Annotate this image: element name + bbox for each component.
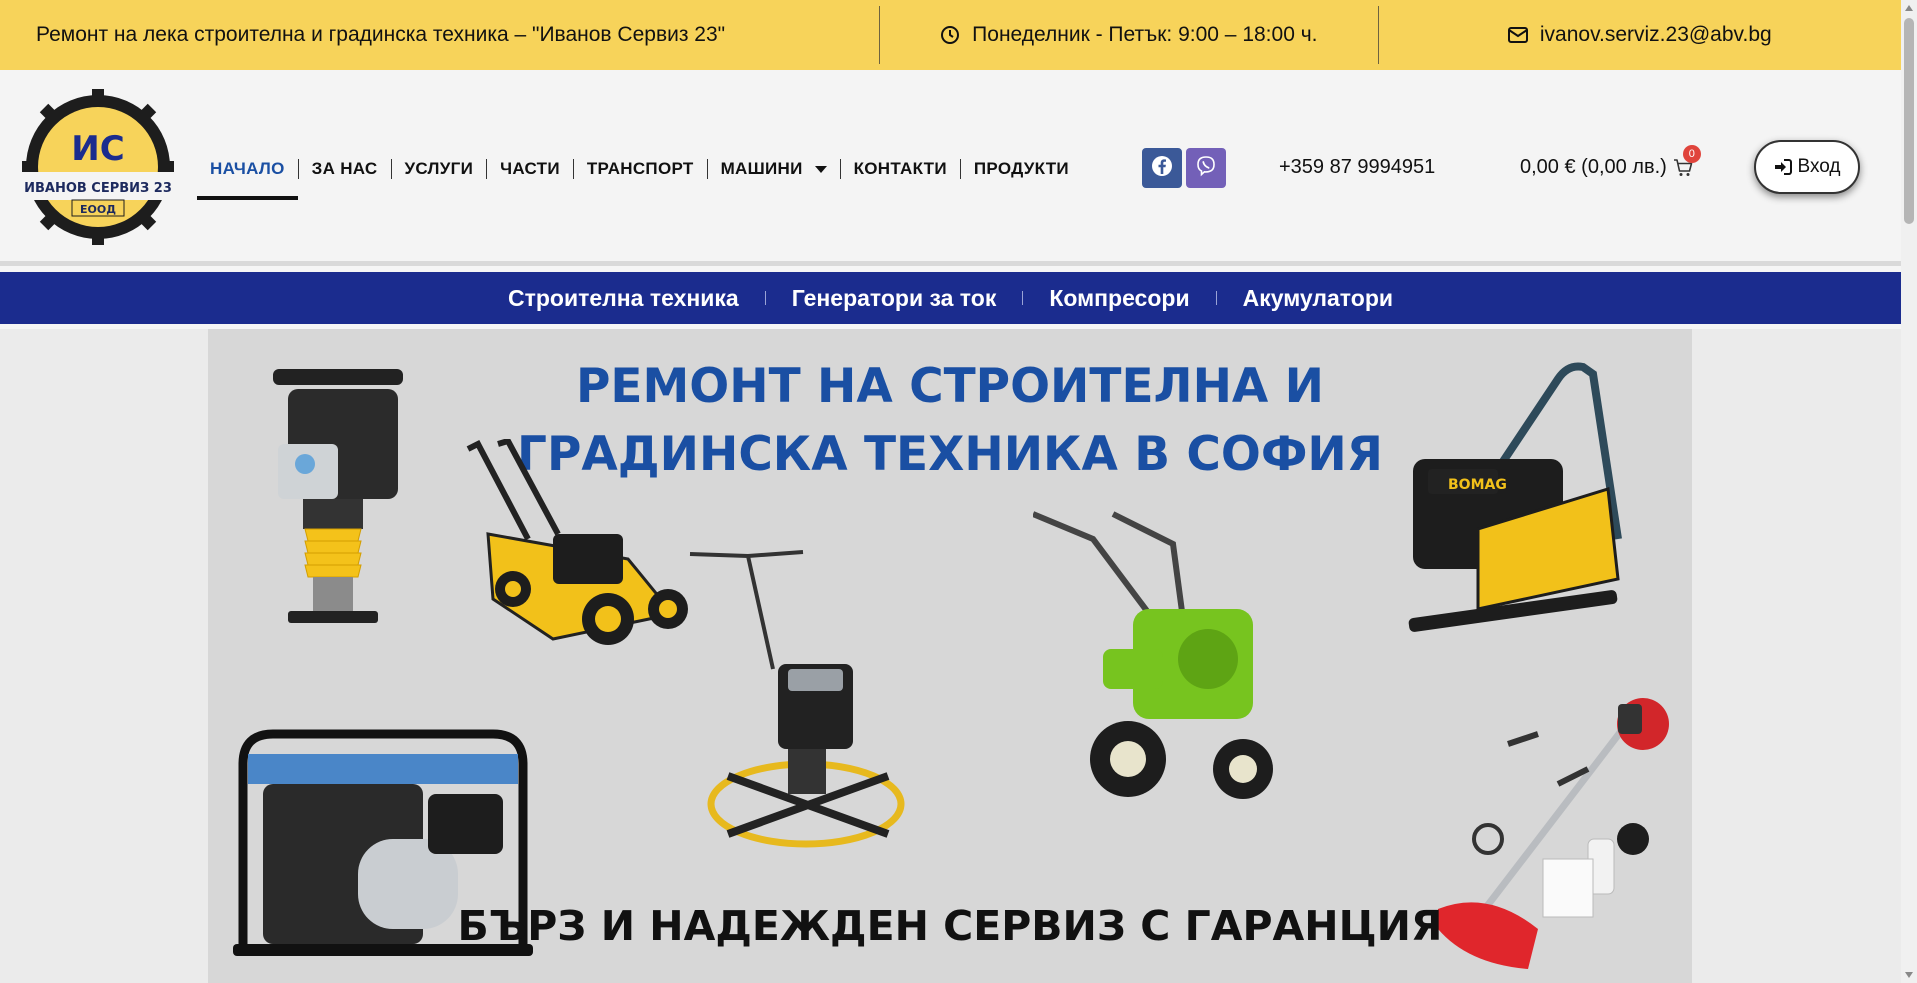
nav-item-transport[interactable]: ТРАНСПОРТ [574,148,707,190]
power-trowel-image [689,550,905,848]
sign-in-icon [1774,159,1792,175]
category-compressors[interactable]: Компресори [1023,285,1215,312]
lawn-mower-image [466,439,688,645]
site-logo[interactable]: ИС ИВАНОВ СЕРВИЗ 23 ЕООД [12,88,184,246]
main-navigation: НАЧАЛО ЗА НАС УСЛУГИ ЧАСТИ ТРАНСПОРТ МАШ… [197,148,1082,200]
email-link[interactable]: ivanov.serviz.23@abv.bg [1540,23,1772,47]
divider [1377,6,1379,64]
tagline: Ремонт на лека строителна и градинска те… [0,0,879,70]
category-generators[interactable]: Генератори за ток [766,285,1023,312]
facebook-button[interactable] [1142,148,1182,188]
phone-number[interactable]: +359 87 9994951 [1279,156,1435,179]
cart-total: 0,00 € (0,00 лв.) [1520,156,1667,178]
scroll-up-arrow-icon[interactable] [1905,5,1913,11]
viber-icon [1195,155,1217,182]
hero-banner: РЕМОНТ НА СТРОИТЕЛНА И ГРАДИНСКА ТЕХНИКА… [0,329,1901,983]
chevron-down-icon[interactable] [814,165,827,173]
category-construction[interactable]: Строителна техника [482,285,765,312]
working-hours: Понеделник - Петък: 9:00 – 18:00 ч. [880,0,1377,70]
cultivator-image [1033,511,1273,799]
nav-item-products[interactable]: ПРОДУКТИ [961,148,1082,190]
nav-item-about[interactable]: ЗА НАС [299,148,391,190]
nav-item-services[interactable]: УСЛУГИ [392,148,487,190]
category-batteries[interactable]: Акумулатори [1217,285,1419,312]
cart-count-badge: 0 [1682,144,1701,163]
category-bar: Строителна техника Генератори за ток Ком… [0,272,1901,324]
logo-initials: ИС [71,129,124,169]
tagline-text: Ремонт на лека строителна и градинска те… [36,23,726,46]
nav-item-parts[interactable]: ЧАСТИ [487,148,573,190]
nav-item-contacts[interactable]: КОНТАКТИ [841,148,960,190]
viber-button[interactable] [1186,148,1226,188]
shopping-cart-icon[interactable]: 0 [1673,144,1701,177]
vertical-scrollbar[interactable] [1901,0,1917,983]
envelope-icon [1507,27,1528,43]
tamping-rammer-image [273,369,403,623]
hero-subtitle: БЪРЗ И НАДЕЖДЕН СЕРВИЗ С ГАРАНЦИЯ [457,902,1443,950]
site-header: ИС ИВАНОВ СЕРВИЗ 23 ЕООД НАЧАЛО ЗА НАС У… [0,70,1901,266]
nav-item-home[interactable]: НАЧАЛО [197,148,298,200]
hours-text: Понеделник - Петък: 9:00 – 18:00 ч. [972,23,1318,46]
logo-suffix: ЕООД [80,203,116,216]
nav-item-machines-label: МАШИНИ [720,159,803,178]
login-label: Вход [1797,156,1841,177]
login-button[interactable]: Вход [1754,140,1860,194]
clock-icon [940,25,960,45]
hero-image[interactable]: РЕМОНТ НА СТРОИТЕЛНА И ГРАДИНСКА ТЕХНИКА… [208,329,1692,983]
logo-name: ИВАНОВ СЕРВИЗ 23 [24,181,172,196]
plate-compactor-image: BOMAG [1408,362,1622,632]
cart-summary[interactable]: 0,00 € (0,00 лв.) 0 [1520,144,1701,179]
top-info-bar: Ремонт на лека строителна и градинска те… [0,0,1901,70]
email-contact[interactable]: ivanov.serviz.23@abv.bg [1379,0,1901,70]
bomag-label: BOMAG [1448,477,1507,493]
divider [879,6,881,64]
facebook-icon [1151,155,1173,182]
scroll-down-arrow-icon[interactable] [1905,972,1913,978]
scrollbar-thumb[interactable] [1904,18,1914,224]
nav-item-machines[interactable]: МАШИНИ [708,148,840,190]
